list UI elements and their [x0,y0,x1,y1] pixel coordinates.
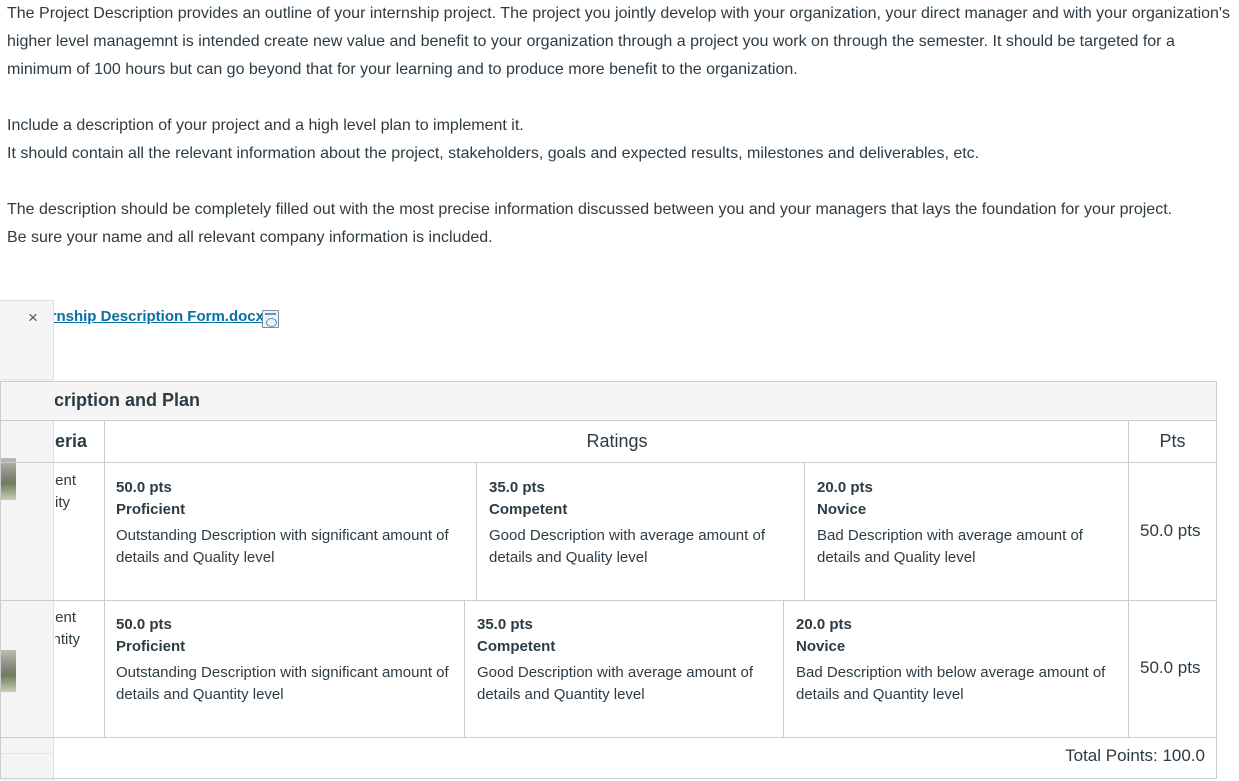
intro-paragraph: It should contain all the relevant infor… [7,145,980,162]
intro-paragraph: Be sure your name and all relevant compa… [7,229,493,246]
criterion-points: 50.0 pts [1140,521,1201,540]
grid-line [104,421,105,738]
grid-line [1,737,1216,738]
rubric-header-row: Criteria Ratings Pts [1,421,1216,463]
rating-cell[interactable]: 20.0 pts Novice Bad Description with ave… [817,477,1112,569]
intro-paragraph: Include a description of your project an… [7,117,524,134]
grid-line [783,600,784,738]
assignment-description: The Project Description provides an outl… [7,0,1232,252]
rubric-title-bar: Project Description and Plan [1,382,1216,421]
rating-cell[interactable]: 50.0 pts Proficient Outstanding Descript… [116,477,466,569]
grid-line [1,600,1216,601]
grid-line [804,463,805,600]
criterion-points: 50.0 pts [1140,658,1201,677]
side-panel-divider [0,379,54,380]
attachment-link[interactable]: Project Internship Description Form.docx [54,308,264,325]
criterion-label: Content Quantity [55,609,80,648]
attachment-link-container: Project Internship Description Form.docx [54,306,264,330]
ratings-header: Ratings [586,431,648,451]
intro-paragraph: The Project Description provides an outl… [7,5,1230,78]
criteria-header: Criteria [55,431,87,451]
criterion-label: Content Quality [55,472,76,511]
rubric-table: Project Description and Plan Criteria Ra… [0,381,1217,779]
rating-cell[interactable]: 50.0 pts Proficient Outstanding Descript… [116,614,456,706]
close-icon[interactable]: × [28,308,38,328]
rubric-title: Project Description and Plan [55,390,201,410]
rating-cell[interactable]: 35.0 pts Competent Good Description with… [489,477,789,569]
pts-header: Pts [1159,431,1186,451]
total-points: Total Points: 100.0 [1065,746,1205,765]
rating-cell[interactable]: 35.0 pts Competent Good Description with… [477,614,772,706]
grid-line [464,600,465,738]
grid-line [1128,421,1129,738]
docx-file-icon[interactable] [262,310,279,328]
rating-cell[interactable]: 20.0 pts Novice Bad Description with bel… [796,614,1116,706]
intro-paragraph: The description should be completely fil… [7,201,1173,218]
grid-line [476,463,477,600]
